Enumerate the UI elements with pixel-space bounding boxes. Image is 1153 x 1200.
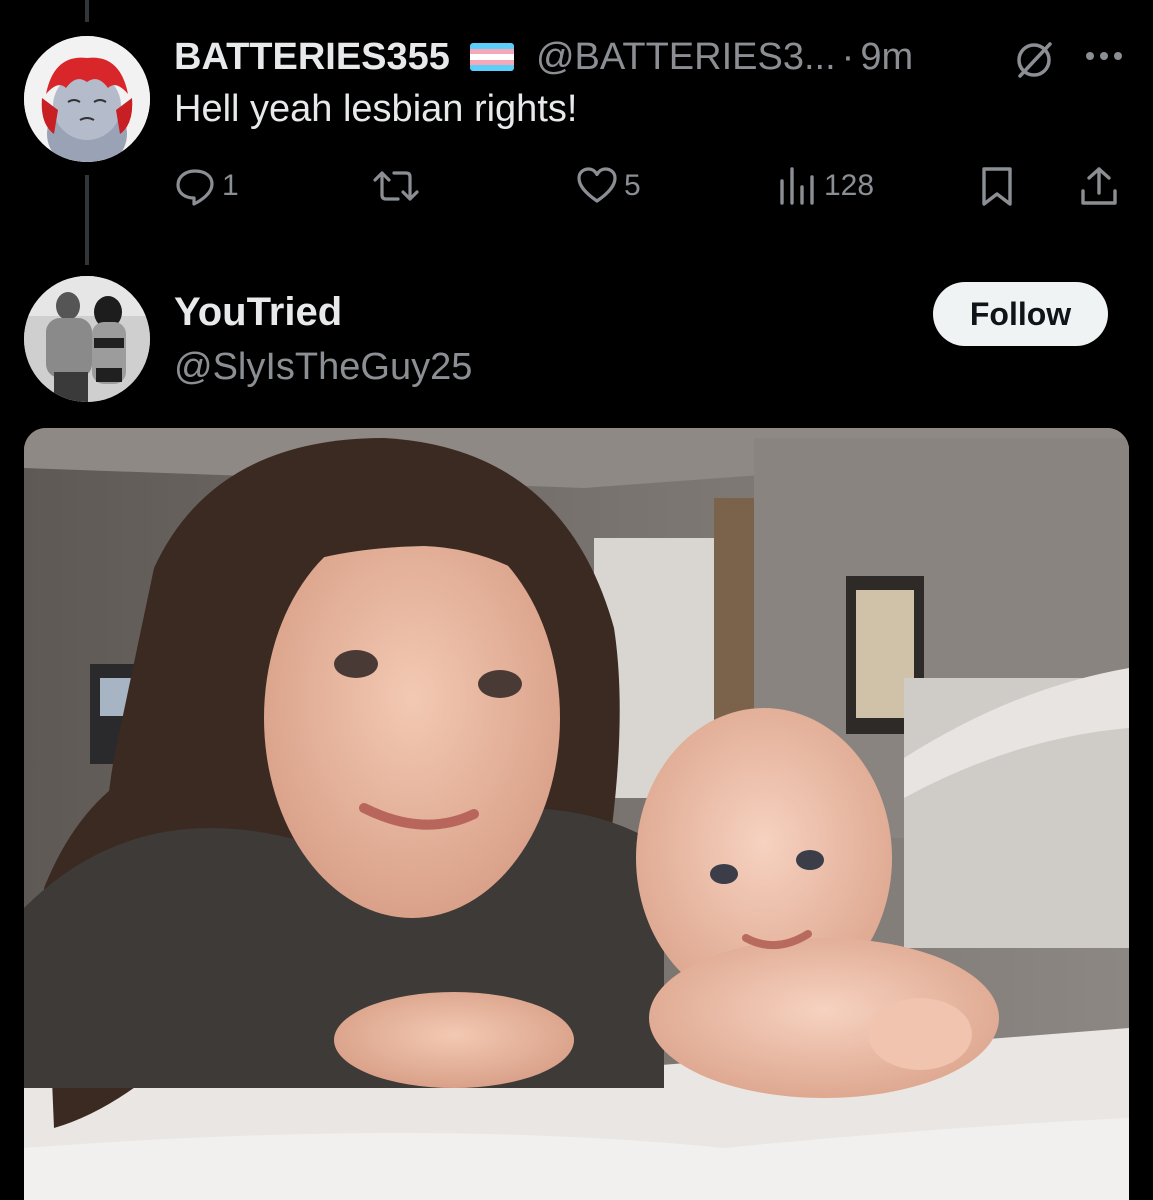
trans-flag-icon <box>469 43 514 71</box>
share-button[interactable] <box>1078 164 1120 208</box>
retweet-button[interactable] <box>372 164 426 208</box>
views-count: 128 <box>824 169 875 202</box>
follow-button[interactable]: Follow <box>933 282 1108 346</box>
thread-line <box>85 175 89 265</box>
tweet-media-image[interactable] <box>24 428 1129 1200</box>
muted-icon[interactable] <box>1012 38 1056 82</box>
more-icon[interactable] <box>1084 42 1124 70</box>
avatar[interactable] <box>24 36 150 162</box>
display-name[interactable]: BATTERIES355 <box>174 36 450 79</box>
handle[interactable]: @BATTERIES3... <box>536 36 836 79</box>
flag-stripe <box>469 65 514 71</box>
share-icon <box>1081 167 1117 205</box>
tweet-text: Hell yeah lesbian rights! <box>174 88 578 130</box>
like-button[interactable]: 5 <box>576 164 641 208</box>
views-icon <box>780 167 814 205</box>
timestamp[interactable]: 9m <box>860 36 913 79</box>
bookmark-button[interactable] <box>976 164 1018 208</box>
retweet-icon <box>373 171 419 201</box>
heart-icon <box>577 167 617 203</box>
separator: · <box>841 35 855 78</box>
reply-icon <box>176 169 214 206</box>
views-button[interactable]: 128 <box>776 164 874 208</box>
handle[interactable]: @SlyIsTheGuy25 <box>174 346 472 389</box>
thread-line <box>85 0 89 22</box>
tweet-header: BATTERIES355 @BATTERIES3... · 9m <box>174 32 913 82</box>
avatar[interactable] <box>24 276 150 402</box>
timeline: BATTERIES355 @BATTERIES3... · 9m Hell ye… <box>0 0 1153 1200</box>
bookmark-icon <box>982 167 1012 206</box>
display-name[interactable]: YouTried <box>174 290 342 335</box>
reply-count: 1 <box>222 169 239 202</box>
reply-button[interactable]: 1 <box>174 164 239 208</box>
like-count: 5 <box>624 169 641 202</box>
